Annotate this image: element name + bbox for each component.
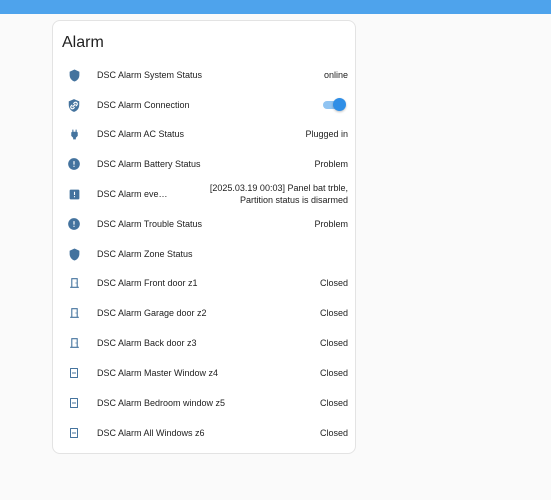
- entity-row-battery-status[interactable]: DSC Alarm Battery Status Problem: [53, 149, 357, 179]
- entity-name: DSC Alarm eve…: [97, 189, 168, 199]
- window-closed-icon: [66, 425, 82, 441]
- entity-name: DSC Alarm Back door z3: [97, 338, 197, 348]
- window-closed-icon: [66, 365, 82, 381]
- entity-row-trouble-status[interactable]: DSC Alarm Trouble Status Problem: [53, 209, 357, 239]
- shield-link-icon: [66, 97, 82, 113]
- entity-state: Closed: [319, 398, 348, 408]
- entity-row-all-windows[interactable]: DSC Alarm All Windows z6 Closed: [53, 418, 357, 448]
- alert-circle-icon: [66, 216, 82, 232]
- entity-state: Plugged in: [305, 129, 348, 139]
- connection-toggle[interactable]: [323, 98, 346, 112]
- entity-row-bedroom-window[interactable]: DSC Alarm Bedroom window z5 Closed: [53, 388, 357, 418]
- entity-state: Closed: [319, 338, 348, 348]
- toggle-thumb: [333, 98, 346, 111]
- card-title: Alarm: [62, 34, 104, 51]
- entity-state: online: [323, 70, 348, 80]
- entity-state: Closed: [319, 368, 348, 378]
- entity-state: Problem: [314, 219, 348, 229]
- entity-row-connection[interactable]: DSC Alarm Connection: [53, 90, 357, 120]
- entity-state: [2025.03.19 00:03] Panel bat trble, Part…: [209, 183, 348, 205]
- app-header-bar: [0, 0, 551, 14]
- entity-name: DSC Alarm Zone Status: [97, 249, 193, 259]
- entity-name: DSC Alarm Battery Status: [97, 159, 201, 169]
- entity-name: DSC Alarm All Windows z6: [97, 428, 205, 438]
- entity-name: DSC Alarm Bedroom window z5: [97, 398, 226, 408]
- alert-box-icon: [66, 186, 82, 202]
- entity-state: Problem: [314, 159, 348, 169]
- entity-row-master-window[interactable]: DSC Alarm Master Window z4 Closed: [53, 358, 357, 388]
- shield-icon: [66, 67, 82, 83]
- door-closed-icon: [66, 335, 82, 351]
- entity-name: DSC Alarm AC Status: [97, 129, 185, 139]
- alarm-entities-card: Alarm DSC Alarm System Status online DSC…: [52, 20, 356, 454]
- entity-row-back-door[interactable]: DSC Alarm Back door z3 Closed: [53, 328, 357, 358]
- door-closed-icon: [66, 305, 82, 321]
- entity-row-events[interactable]: DSC Alarm eve… [2025.03.19 00:03] Panel …: [53, 179, 357, 209]
- entity-row-ac-status[interactable]: DSC Alarm AC Status Plugged in: [53, 119, 357, 149]
- shield-icon: [66, 246, 82, 262]
- entity-state: Closed: [319, 428, 348, 438]
- door-closed-icon: [66, 275, 82, 291]
- entity-row-zone-status[interactable]: DSC Alarm Zone Status: [53, 239, 357, 269]
- entity-row-garage-door[interactable]: DSC Alarm Garage door z2 Closed: [53, 298, 357, 328]
- entity-row-front-door[interactable]: DSC Alarm Front door z1 Closed: [53, 268, 357, 298]
- power-plug-icon: [66, 126, 82, 142]
- alert-circle-icon: [66, 156, 82, 172]
- entity-state: Closed: [319, 278, 348, 288]
- entity-name: DSC Alarm Master Window z4: [97, 368, 219, 378]
- entity-name: DSC Alarm Garage door z2: [97, 308, 207, 318]
- entity-row-system-status[interactable]: DSC Alarm System Status online: [53, 60, 357, 90]
- entity-state: Closed: [319, 308, 348, 318]
- entity-name: DSC Alarm Trouble Status: [97, 219, 203, 229]
- window-closed-icon: [66, 395, 82, 411]
- entity-name: DSC Alarm Connection: [97, 100, 190, 110]
- entity-name: DSC Alarm Front door z1: [97, 278, 198, 288]
- entity-name: DSC Alarm System Status: [97, 70, 203, 80]
